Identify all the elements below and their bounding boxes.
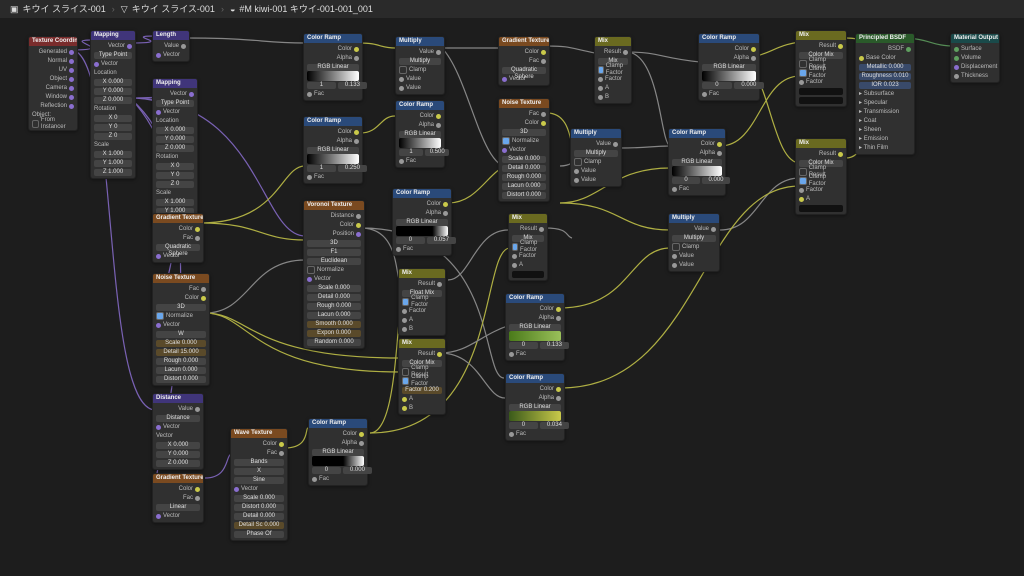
node-colorramp-6[interactable]: Color Ramp Color Alpha RGB Linear 00.000… bbox=[668, 128, 726, 196]
node-distance[interactable]: Distance Value Distance Vector Vector X … bbox=[152, 393, 204, 470]
node-mix-3[interactable]: Mix Result Float Mix Clamp Factor Factor… bbox=[398, 268, 446, 336]
node-title: Mapping bbox=[91, 31, 135, 40]
node-mix-1[interactable]: Mix Result Mix Clamp Factor Factor A B bbox=[594, 36, 632, 104]
node-mapping-1[interactable]: Mapping Vector Type Point Vector Locatio… bbox=[90, 30, 136, 179]
node-gradient-1[interactable]: Gradient Texture Color Fac Quadratic Sph… bbox=[498, 36, 550, 86]
node-mix-6[interactable]: Mix Result Color Mix Clamp Result Clamp … bbox=[795, 138, 847, 215]
chk-from-instancer[interactable] bbox=[32, 120, 39, 128]
node-colorramp-yellow[interactable]: Color Ramp Color Alpha RGB Linear 00.034… bbox=[505, 373, 565, 441]
node-colorramp-2[interactable]: Color Ramp Color Alpha RGB Linear 10.250… bbox=[303, 116, 363, 184]
breadcrumb-bar: ▣ キウイ スライス-001 › ▽ キウイ スライス-001 › ◒ #M k… bbox=[0, 0, 1024, 18]
node-colorramp-1[interactable]: Color Ramp Color Alpha RGB Linear 10.133… bbox=[303, 33, 363, 101]
breadcrumb-mesh[interactable]: ▽ キウイ スライス-001 bbox=[121, 4, 215, 15]
node-texture-coordinate[interactable]: Texture Coordinate Generated Normal UV O… bbox=[28, 36, 78, 131]
node-voronoi[interactable]: Voronoi Texture Distance Color Position … bbox=[303, 200, 365, 349]
node-mix-4[interactable]: Mix Result Color Mix Clamp Result Clamp … bbox=[398, 338, 446, 415]
type-select[interactable]: Type Point bbox=[94, 52, 132, 59]
node-colorramp-5[interactable]: Color Ramp Color Alpha RGB Linear 00.057… bbox=[392, 188, 452, 256]
node-wave[interactable]: Wave Texture Color Fac Bands X Sine Vect… bbox=[230, 428, 288, 541]
breadcrumb-material[interactable]: ◒ #M kiwi-001 キウイ-001-001_001 bbox=[230, 4, 373, 15]
node-multiply-1[interactable]: Multiply Value Multiply Clamp Value Valu… bbox=[395, 36, 445, 95]
ramp[interactable] bbox=[307, 71, 359, 81]
node-length[interactable]: Length Value Vector bbox=[152, 30, 190, 62]
node-colorramp-3[interactable]: Color Ramp Color Alpha RGB Linear 10.500… bbox=[395, 100, 445, 168]
node-noise-2[interactable]: Noise Texture Fac Color 3D Normalize Vec… bbox=[152, 273, 210, 386]
node-gradient-3[interactable]: Gradient Texture Color Fac Linear Vector bbox=[152, 473, 204, 523]
node-mapping-2[interactable]: Mapping Vector Type Point Vector Locatio… bbox=[152, 78, 198, 227]
node-multiply-2[interactable]: Multiply Value Multiply Clamp Value Valu… bbox=[570, 128, 622, 187]
node-editor-canvas[interactable]: Texture Coordinate Generated Normal UV O… bbox=[0, 18, 1024, 576]
node-title: Texture Coordinate bbox=[29, 37, 77, 46]
node-mix-2[interactable]: Mix Result Color Mix Clamp Result Clamp … bbox=[795, 30, 847, 107]
node-gradient-2[interactable]: Gradient Texture Color Fac Quadratic Sph… bbox=[152, 213, 204, 263]
node-colorramp-green[interactable]: Color Ramp Color Alpha RGB Linear 00.133… bbox=[505, 293, 565, 361]
node-mix-5[interactable]: Mix Result Mix Clamp Factor Factor A bbox=[508, 213, 548, 281]
breadcrumb-sep: › bbox=[221, 4, 224, 15]
node-principled-bsdf[interactable]: Principled BSDF BSDF Base Color Metallic… bbox=[855, 33, 915, 155]
node-colorramp-4[interactable]: Color Ramp Color Alpha RGB Linear 00.000… bbox=[698, 33, 760, 101]
node-noise-1[interactable]: Noise Texture Fac Color 3D Normalize Vec… bbox=[498, 98, 550, 202]
breadcrumb-object[interactable]: ▣ キウイ スライス-001 bbox=[10, 4, 106, 15]
node-material-output[interactable]: Material Output Surface Volume Displacem… bbox=[950, 33, 1000, 83]
node-colorramp-7[interactable]: Color Ramp Color Alpha RGB Linear 00.000… bbox=[308, 418, 368, 486]
breadcrumb-sep: › bbox=[112, 4, 115, 15]
node-multiply-3[interactable]: Multiply Value Multiply Clamp Value Valu… bbox=[668, 213, 720, 272]
out-generated: Generated bbox=[39, 49, 67, 56]
